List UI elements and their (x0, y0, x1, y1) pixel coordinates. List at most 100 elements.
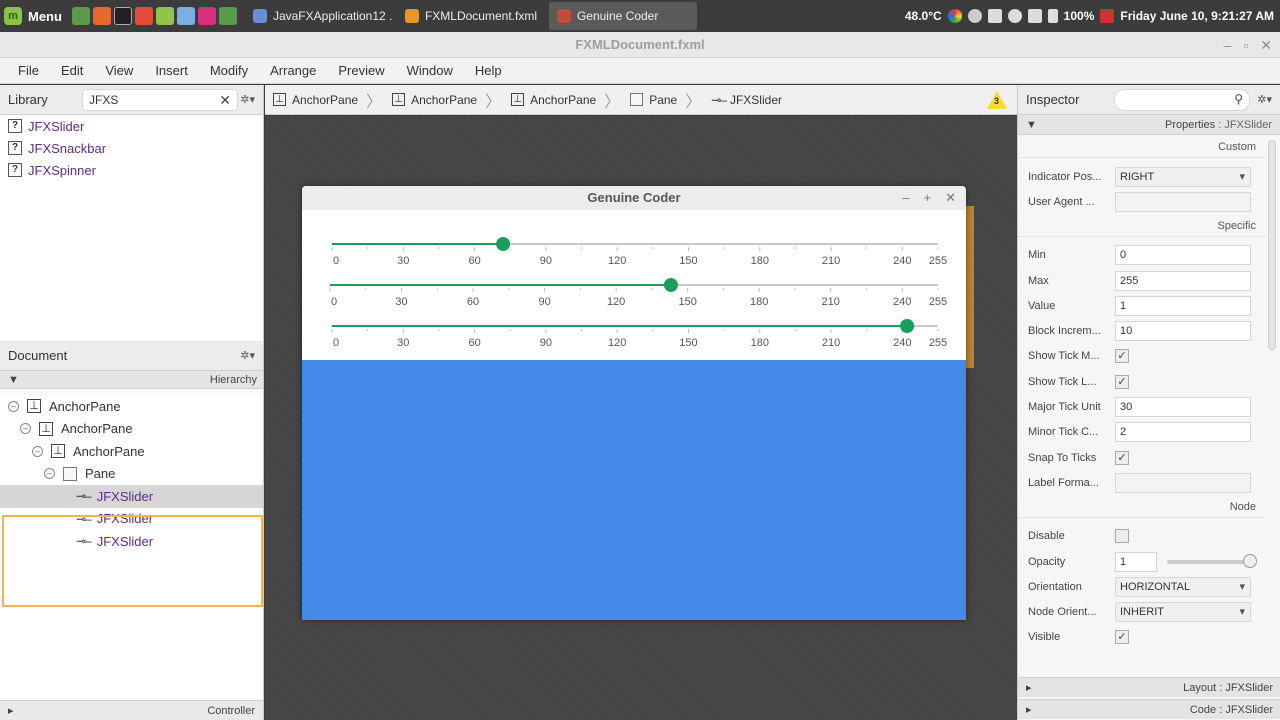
wifi-icon[interactable] (1007, 9, 1022, 23)
property-field[interactable]: 1 (1115, 295, 1251, 316)
menu-edit[interactable]: Edit (50, 63, 94, 78)
breadcrumb-separator-icon: 〉 (604, 93, 621, 111)
library-gear-icon[interactable]: ✲▾ (240, 93, 255, 106)
maximize-icon[interactable]: ▫ (1243, 32, 1248, 58)
breadcrumb-item[interactable]: Pane 〉 (630, 88, 707, 112)
inspector-search-input[interactable]: ⚲ (1114, 89, 1250, 111)
breadcrumb-item[interactable]: ⊥ AnchorPane 〉 (511, 88, 626, 112)
slider-thumb[interactable] (900, 319, 915, 333)
hierarchy-node[interactable]: – ⊥ AnchorPane (0, 395, 263, 418)
menu-help[interactable]: Help (464, 63, 513, 78)
property-checkbox[interactable] (1115, 529, 1129, 544)
menu-view[interactable]: View (94, 63, 144, 78)
warning-icon[interactable]: 3 (987, 91, 1007, 109)
property-checkbox[interactable]: ✓ (1115, 349, 1129, 364)
controller-bar[interactable]: ▸ Controller (0, 700, 263, 720)
property-dropdown[interactable]: INHERIT (1115, 602, 1251, 623)
taskbar-window-0[interactable]: JavaFXApplication12 ... (245, 2, 393, 30)
collapse-arrow-icon[interactable]: ▼ (1026, 119, 1037, 131)
design-canvas[interactable]: Genuine Coder – + ✕ 0 30 60 90 120 150 180 210 2… (265, 116, 1017, 720)
chrome-icon[interactable] (134, 7, 153, 25)
hierarchy-node[interactable]: – ⊥ AnchorPane (0, 440, 263, 463)
property-field[interactable]: 255 (1115, 270, 1251, 291)
property-field[interactable] (1115, 191, 1251, 212)
clock[interactable]: Friday June 10, 9:21:27 AM (1120, 9, 1274, 23)
tree-toggle-icon[interactable]: – (32, 445, 43, 457)
expand-arrow-icon[interactable]: ▸ (8, 704, 14, 717)
show-desktop-icon[interactable] (71, 7, 90, 25)
start-menu-button[interactable]: m Menu (0, 0, 68, 32)
battery-icon[interactable] (1047, 9, 1058, 23)
opacity-slider[interactable] (1167, 553, 1257, 568)
taskbar-window-2[interactable]: Genuine Coder (548, 2, 697, 30)
slider-thumb[interactable] (496, 237, 511, 251)
property-checkbox[interactable]: ✓ (1115, 374, 1129, 389)
code-section-header[interactable]: ▸ Code : JFXSlider (1018, 699, 1280, 719)
firefox-icon[interactable] (92, 7, 111, 25)
menu-preview[interactable]: Preview (327, 63, 395, 78)
menu-arrange[interactable]: Arrange (259, 63, 327, 78)
app-title-bar: FXMLDocument.fxml – ▫ ✕ (0, 32, 1280, 58)
menu-file[interactable]: File (0, 63, 50, 78)
collapse-arrow-icon[interactable]: ▼ (8, 374, 19, 386)
volume-icon[interactable] (1027, 9, 1042, 23)
menu-window[interactable]: Window (396, 63, 464, 78)
inspector-gear-icon[interactable]: ✲▾ (1257, 93, 1272, 106)
package-icon[interactable] (176, 7, 195, 25)
user-icon[interactable] (967, 9, 982, 23)
android-icon[interactable] (218, 7, 237, 25)
hierarchy-node[interactable]: ⊸– JFXSlider (0, 530, 263, 553)
property-field[interactable] (1115, 472, 1251, 493)
library-item[interactable]: ? JFXSpinner (0, 159, 263, 181)
close-icon[interactable]: ✕ (1260, 32, 1272, 58)
blue-content-pane[interactable] (302, 360, 966, 620)
terminal-icon[interactable] (113, 7, 132, 25)
files-icon[interactable] (155, 7, 174, 25)
preview-close-icon[interactable]: ✕ (945, 186, 956, 210)
hierarchy-node[interactable]: ⊸– JFXSlider (0, 485, 263, 508)
layout-section-header[interactable]: ▸ Layout : JFXSlider (1018, 677, 1280, 697)
slider-thumb[interactable] (663, 278, 678, 292)
library-item[interactable]: ? JFXSnackbar (0, 137, 263, 159)
preview-minimize-icon[interactable]: – (902, 186, 909, 210)
breadcrumb-item[interactable]: ⊸– JFXSlider (711, 93, 782, 107)
document-gear-icon[interactable]: ✲▾ (240, 349, 255, 362)
opacity-field[interactable]: 1 (1115, 551, 1157, 572)
property-field[interactable]: 0 (1115, 245, 1251, 266)
shield-icon[interactable] (1100, 9, 1115, 23)
property-checkbox[interactable]: ✓ (1115, 450, 1129, 465)
breadcrumb-item[interactable]: ⊥ AnchorPane 〉 (273, 88, 388, 112)
tree-toggle-icon[interactable]: – (20, 423, 31, 435)
property-field[interactable]: 10 (1115, 321, 1251, 342)
hierarchy-header[interactable]: ▼ Hierarchy (0, 371, 263, 389)
property-field[interactable]: 2 (1115, 422, 1251, 443)
taskbar-window-1[interactable]: FXMLDocument.fxml (397, 2, 545, 30)
library-search-input[interactable]: JFXS ✕ (82, 89, 238, 111)
clipboard-icon[interactable] (987, 9, 1002, 23)
tree-toggle-icon[interactable]: – (8, 400, 19, 412)
inspector-scrollbar[interactable] (1268, 140, 1276, 350)
property-dropdown[interactable]: RIGHT (1115, 166, 1251, 187)
menu-modify[interactable]: Modify (199, 63, 259, 78)
anchorpane-icon: ⊥ (27, 399, 41, 414)
hierarchy-node[interactable]: ⊸– JFXSlider (0, 508, 263, 531)
opacity-slider-thumb[interactable] (1243, 553, 1257, 568)
tree-toggle-icon[interactable]: – (44, 468, 55, 480)
minimize-icon[interactable]: – (1224, 32, 1232, 58)
expand-arrow-icon[interactable]: ▸ (1026, 703, 1032, 716)
clear-search-icon[interactable]: ✕ (219, 90, 231, 110)
preview-maximize-icon[interactable]: + (924, 186, 932, 210)
breadcrumb-item[interactable]: ⊥ AnchorPane 〉 (392, 88, 507, 112)
property-field[interactable]: 30 (1115, 397, 1251, 418)
property-dropdown[interactable]: HORIZONTAL (1115, 576, 1251, 597)
expand-arrow-icon[interactable]: ▸ (1026, 681, 1032, 694)
property-checkbox[interactable]: ✓ (1115, 630, 1129, 645)
menu-insert[interactable]: Insert (144, 63, 199, 78)
properties-header[interactable]: ▼ Properties : JFXSlider (1018, 115, 1280, 135)
library-item[interactable]: ? JFXSlider (0, 115, 263, 137)
hierarchy-node[interactable]: – Pane (0, 463, 263, 486)
color-picker-icon[interactable] (947, 9, 962, 23)
preview-title-bar: Genuine Coder – + ✕ (302, 186, 966, 210)
flickr-icon[interactable] (197, 7, 216, 25)
hierarchy-node[interactable]: – ⊥ AnchorPane (0, 418, 263, 441)
